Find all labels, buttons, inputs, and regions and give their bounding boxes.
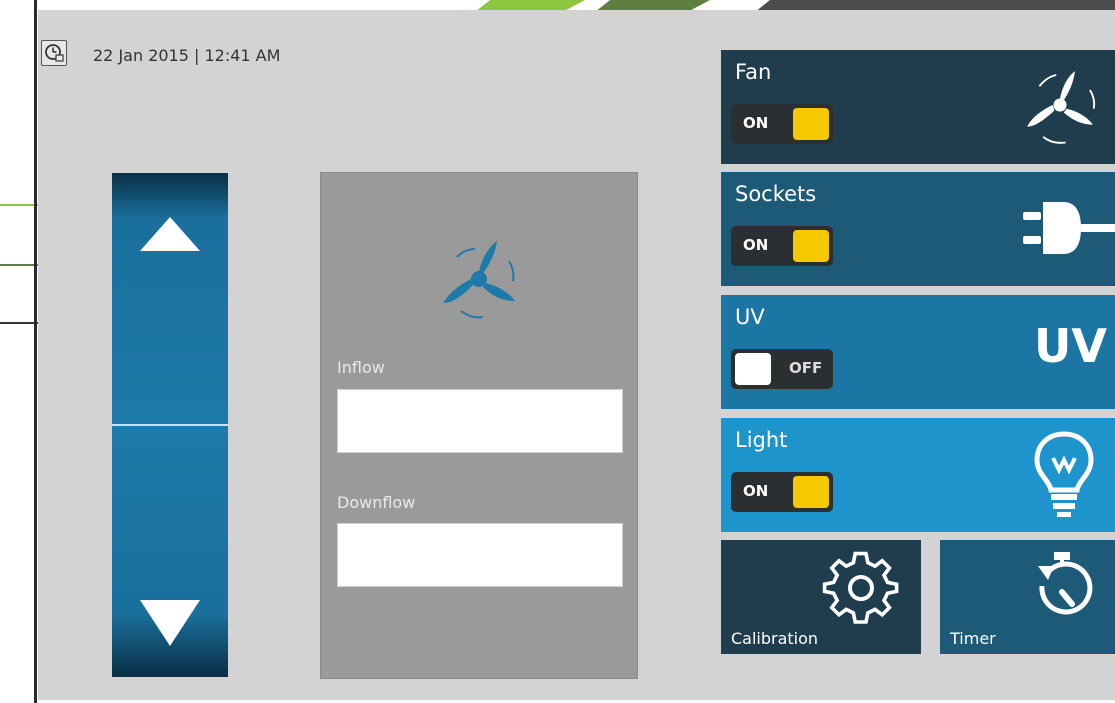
uv-tile[interactable]: UV OFF UV xyxy=(721,295,1115,409)
fan-tile[interactable]: Fan ON xyxy=(721,50,1115,164)
toggle-knob xyxy=(793,476,829,508)
date-time-display: 22 Jan 2015 | 12:41 AM xyxy=(93,46,281,65)
decorative-lines xyxy=(0,204,38,324)
decrease-button[interactable] xyxy=(112,426,228,677)
frame-divider xyxy=(34,0,37,703)
sockets-toggle-state: ON xyxy=(743,236,769,254)
up-arrow-icon xyxy=(140,217,200,251)
timer-button[interactable]: Timer xyxy=(940,540,1115,654)
uv-toggle-state: OFF xyxy=(789,359,823,377)
inflow-field[interactable] xyxy=(337,389,623,453)
uv-title: UV xyxy=(735,305,765,329)
fan-title: Fan xyxy=(735,60,772,84)
uv-toggle[interactable]: OFF xyxy=(731,349,833,389)
timer-label: Timer xyxy=(950,629,996,648)
uv-icon-text: UV xyxy=(1034,319,1107,373)
device-frame: 22 Jan 2015 | 12:41 AM Inflow Downflow F… xyxy=(0,0,1115,703)
fan-toggle-state: ON xyxy=(743,114,769,132)
gear-icon xyxy=(822,551,899,624)
toggle-knob xyxy=(793,230,829,262)
light-toggle[interactable]: ON xyxy=(731,472,833,512)
light-tile[interactable]: Light ON xyxy=(721,418,1115,532)
inflow-label: Inflow xyxy=(337,358,385,377)
fan-icon xyxy=(1027,71,1096,144)
stopwatch-icon xyxy=(1038,552,1093,615)
down-arrow-icon xyxy=(140,600,200,646)
sockets-title: Sockets xyxy=(735,182,817,206)
speed-control xyxy=(112,173,228,677)
bulb-icon xyxy=(1034,431,1094,517)
downflow-label: Downflow xyxy=(337,493,416,512)
fan-toggle[interactable]: ON xyxy=(731,104,833,144)
fan-icon xyxy=(443,241,515,319)
calibration-button[interactable]: Calibration xyxy=(721,540,921,654)
toggle-knob xyxy=(793,108,829,140)
sockets-tile[interactable]: Sockets ON xyxy=(721,172,1115,286)
light-toggle-state: ON xyxy=(743,482,769,500)
light-title: Light xyxy=(735,428,788,452)
downflow-field[interactable] xyxy=(337,523,623,587)
clock-icon xyxy=(41,40,67,66)
plug-icon xyxy=(1023,202,1115,254)
airflow-panel: Inflow Downflow xyxy=(320,172,638,679)
sockets-toggle[interactable]: ON xyxy=(731,226,833,266)
toggle-knob xyxy=(735,353,771,385)
increase-button[interactable] xyxy=(112,173,228,426)
calibration-label: Calibration xyxy=(731,629,819,648)
